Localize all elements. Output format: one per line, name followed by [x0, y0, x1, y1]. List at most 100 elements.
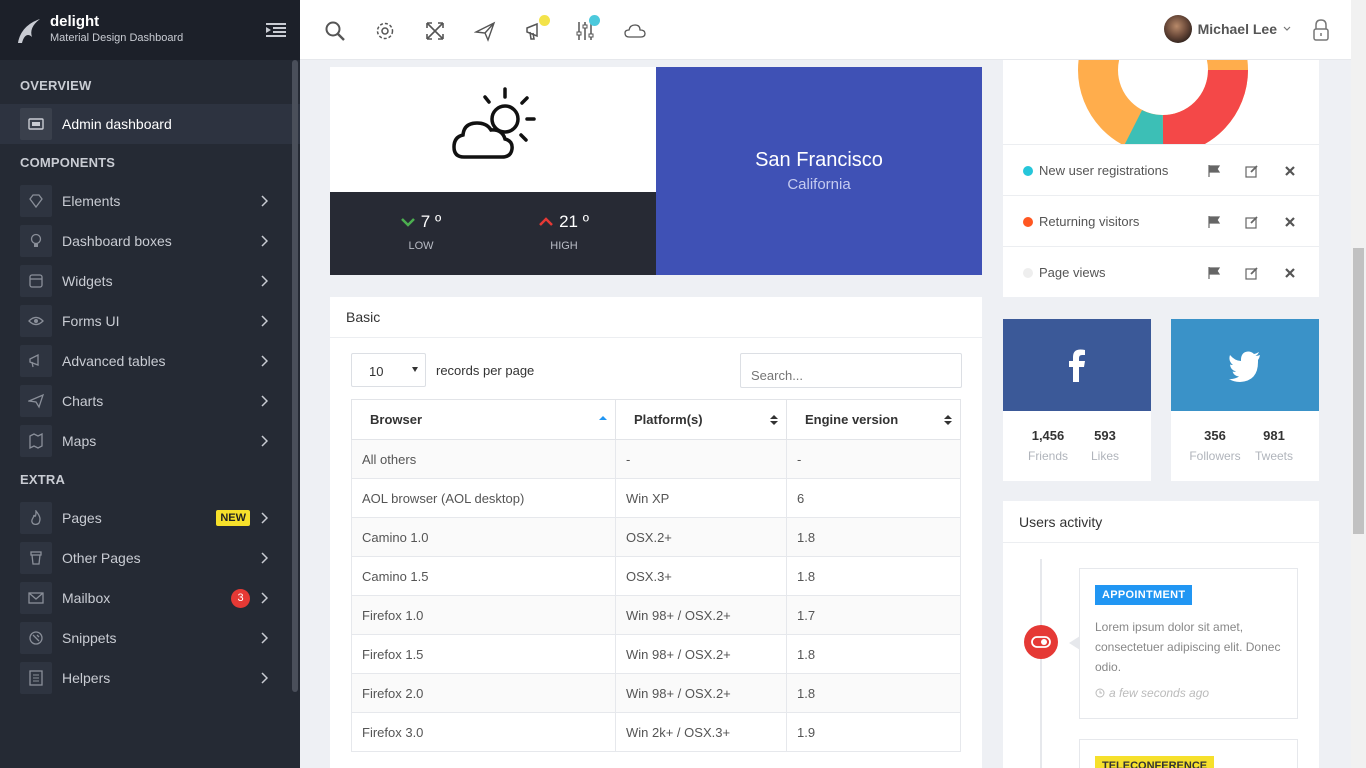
twitter-header [1171, 319, 1319, 411]
high-temp-label: HIGH [550, 240, 578, 252]
table-cell: 1.8 [786, 517, 961, 557]
sidebar-item-label: Admin dashboard [62, 116, 172, 132]
sidebar-item-dashboard-boxes[interactable]: Dashboard boxes [0, 221, 300, 261]
sidebar-item-mailbox[interactable]: Mailbox 3 [0, 578, 300, 618]
chevron-right-icon [261, 275, 268, 287]
table-row[interactable]: Firefox 1.0 Win 98+ / OSX.2+ 1.7 [351, 595, 961, 635]
section-components: COMPONENTS [20, 155, 116, 170]
section-extra: EXTRA [20, 472, 66, 487]
chevron-right-icon [261, 195, 268, 207]
sidebar-item-elements[interactable]: Elements [0, 181, 300, 221]
page-size-select[interactable]: 10 [351, 353, 426, 387]
sidebar-item-snippets[interactable]: Snippets [0, 618, 300, 658]
table-search-input[interactable] [740, 353, 962, 388]
sidebar-item-pages[interactable]: Pages NEW [0, 498, 300, 538]
data-table: Browser Platform(s) Engine version All o… [351, 399, 961, 752]
lightbulb-icon [20, 225, 52, 257]
scrollbar-thumb[interactable] [1353, 248, 1364, 534]
lock-icon[interactable] [1312, 19, 1330, 41]
table-row[interactable]: Firefox 2.0 Win 98+ / OSX.2+ 1.8 [351, 673, 961, 713]
table-cell: - [786, 439, 961, 479]
facebook-card[interactable]: 1,456 Friends 593 Likes [1003, 319, 1151, 481]
column-label: Engine version [805, 412, 899, 427]
table-cell: Firefox 3.0 [351, 712, 616, 752]
chevron-right-icon [261, 672, 268, 684]
table-row[interactable]: All others - - [351, 439, 961, 479]
stat-value: 593 [1094, 428, 1116, 443]
sidebar-item-maps[interactable]: Maps [0, 421, 300, 461]
clock-icon [1095, 688, 1105, 698]
table-cell: 1.8 [786, 673, 961, 713]
table-row[interactable]: Camino 1.0 OSX.2+ 1.8 [351, 517, 961, 557]
sidebar-item-widgets[interactable]: Widgets [0, 261, 300, 301]
gear-icon[interactable] [374, 20, 396, 42]
sidebar-item-helpers[interactable]: Helpers [0, 658, 300, 698]
column-header-browser[interactable]: Browser [351, 399, 616, 440]
table-cell: 6 [786, 478, 961, 518]
activity-item[interactable]: APPOINTMENT Lorem ipsum dolor sit amet, … [1079, 568, 1298, 719]
new-badge: NEW [216, 510, 250, 526]
edit-icon[interactable] [1245, 266, 1259, 280]
chevron-right-icon [261, 315, 268, 327]
close-icon[interactable] [1283, 164, 1297, 178]
sidebar-item-forms-ui[interactable]: Forms UI [0, 301, 300, 341]
brand-name: delight [50, 13, 100, 30]
edit-icon[interactable] [1245, 215, 1259, 229]
table-cell: Camino 1.5 [351, 556, 616, 596]
sidebar-item-admin-dashboard[interactable]: Admin dashboard [0, 104, 300, 144]
activity-item[interactable]: TELECONFERENCE [1079, 739, 1298, 768]
high-temp-value: 21 º [559, 212, 589, 231]
table-cell: Win XP [615, 478, 787, 518]
flag-icon[interactable] [1207, 164, 1221, 178]
section-overview: OVERVIEW [20, 78, 92, 93]
column-header-platform[interactable]: Platform(s) [615, 399, 787, 440]
page-scrollbar[interactable] [1351, 0, 1366, 768]
twitter-card[interactable]: 356 Followers 981 Tweets [1171, 319, 1319, 481]
table-row[interactable]: AOL browser (AOL desktop) Win XP 6 [351, 478, 961, 518]
high-temp: 21 º HIGH [524, 212, 604, 252]
close-icon[interactable] [1283, 215, 1297, 229]
top-header: Michael Lee [300, 0, 1351, 60]
sidebar-item-advanced-tables[interactable]: Advanced tables [0, 341, 300, 381]
flag-icon[interactable] [1207, 215, 1221, 229]
stat-label: Tweets [1254, 449, 1293, 463]
users-activity-card: Users activity APPOINTMENT Lorem ipsum d… [1003, 501, 1319, 768]
low-temp: 7 º LOW [381, 212, 461, 252]
column-header-engine-version[interactable]: Engine version [786, 399, 961, 440]
sidebar-scrollbar[interactable] [292, 60, 298, 692]
tweets-stat: 981 Tweets [1244, 428, 1304, 463]
search-icon[interactable] [324, 20, 346, 42]
low-temp-label: LOW [408, 240, 434, 252]
teleconference-tag: TELECONFERENCE [1095, 756, 1215, 768]
legend-label: Returning visitors [1039, 214, 1140, 229]
table-cell: 1.8 [786, 556, 961, 596]
table-row[interactable]: Firefox 3.0 Win 2k+ / OSX.3+ 1.9 [351, 712, 961, 752]
donut-chart-clip [1003, 60, 1319, 144]
sidebar-item-charts[interactable]: Charts [0, 381, 300, 421]
cloud-icon[interactable] [624, 20, 646, 42]
table-cell: Camino 1.0 [351, 517, 616, 557]
table-cell: OSX.3+ [615, 556, 787, 596]
sidebar-item-other-pages[interactable]: Other Pages [0, 538, 300, 578]
table-row[interactable]: Firefox 1.5 Win 98+ / OSX.2+ 1.8 [351, 634, 961, 674]
state-name: California [787, 176, 851, 193]
likes-stat: 593 Likes [1075, 428, 1135, 463]
paper-plane-icon [20, 385, 52, 417]
fullscreen-icon[interactable] [424, 20, 446, 42]
close-icon[interactable] [1283, 266, 1297, 280]
flag-icon[interactable] [1207, 266, 1221, 280]
legend-dot [1023, 268, 1033, 278]
card-title: Basic [330, 297, 982, 338]
chevron-right-icon [261, 395, 268, 407]
brand[interactable]: delight Material Design Dashboard [0, 0, 300, 60]
table-cell: Firefox 1.0 [351, 595, 616, 635]
chevron-right-icon [261, 235, 268, 247]
edit-icon[interactable] [1245, 164, 1259, 178]
sidebar-item-label: Mailbox [62, 590, 111, 606]
paper-plane-icon[interactable] [473, 20, 496, 42]
menu-collapse-icon[interactable] [266, 22, 286, 38]
table-row[interactable]: Camino 1.5 OSX.3+ 1.8 [351, 556, 961, 596]
legend-dot [1023, 166, 1033, 176]
user-menu[interactable]: Michael Lee [1163, 15, 1291, 43]
sidebar-item-label: Other Pages [62, 550, 141, 566]
